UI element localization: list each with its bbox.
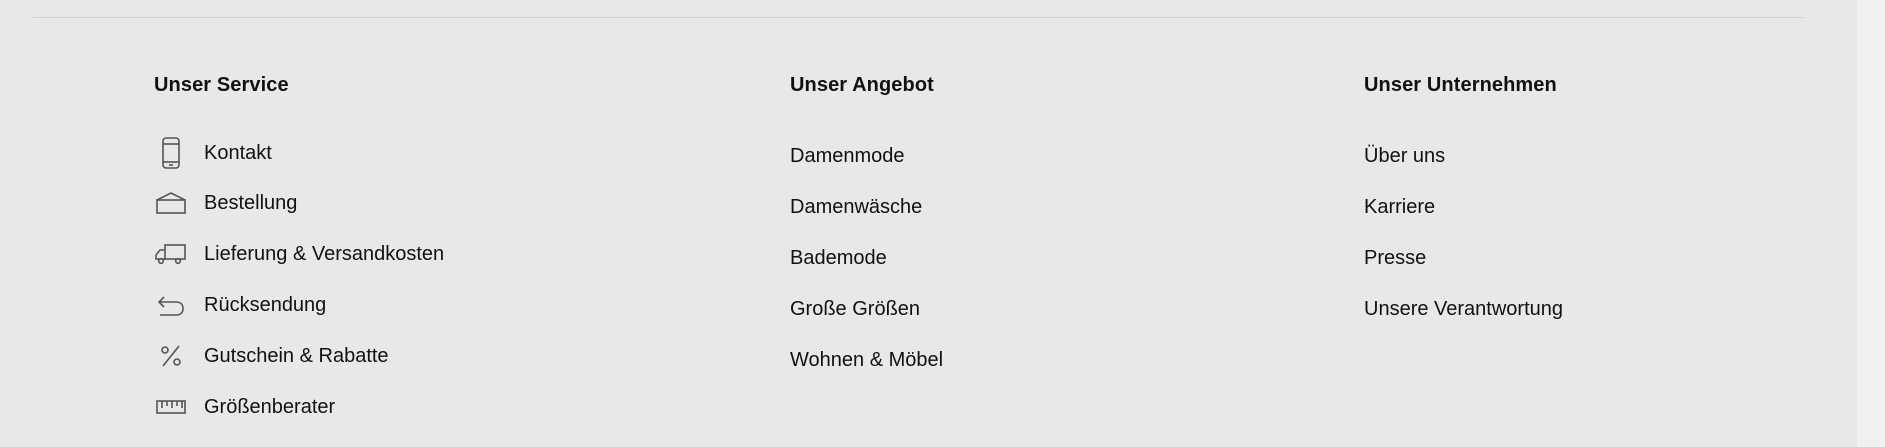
service-link-label: Größenberater (204, 396, 336, 418)
service-link-label: Rücksendung (204, 294, 327, 316)
offer-link-bademode[interactable]: Bademode (790, 247, 887, 269)
service-link-ruecksendung[interactable]: Rücksendung (154, 288, 326, 322)
vertical-scrollbar[interactable] (1857, 0, 1885, 447)
offer-link-grosse-groessen[interactable]: Große Größen (790, 298, 921, 320)
company-link-verantwortung[interactable]: Unsere Verantwortung (1364, 298, 1564, 320)
service-link-lieferung[interactable]: Lieferung & Versandkosten (154, 237, 444, 271)
offer-link-label: Wohnen & Möbel (790, 349, 944, 371)
return-arrow-icon (154, 288, 188, 322)
service-link-label: Lieferung & Versandkosten (204, 243, 445, 265)
service-link-label: Kontakt (204, 142, 272, 164)
percent-icon (154, 339, 188, 373)
box-icon (154, 186, 188, 220)
offer-link-damenmode[interactable]: Damenmode (790, 145, 905, 167)
phone-icon (154, 136, 188, 170)
service-link-gutschein[interactable]: Gutschein & Rabatte (154, 339, 389, 373)
service-link-bestellung[interactable]: Bestellung (154, 186, 297, 220)
company-column-title: Unser Unternehmen (1364, 74, 1557, 96)
offer-link-label: Damenwäsche (790, 196, 923, 218)
offer-link-label: Damenmode (790, 145, 905, 167)
company-link-label: Karriere (1364, 196, 1436, 218)
company-link-karriere[interactable]: Karriere (1364, 196, 1436, 218)
company-link-label: Unsere Verantwortung (1364, 298, 1564, 320)
offer-link-label: Bademode (790, 247, 887, 269)
service-link-label: Bestellung (204, 192, 298, 214)
offer-link-wohnen-moebel[interactable]: Wohnen & Möbel (790, 349, 944, 371)
footer-divider (33, 17, 1803, 18)
offer-column-title: Unser Angebot (790, 74, 934, 96)
offer-link-damenwaesche[interactable]: Damenwäsche (790, 196, 923, 218)
service-link-label: Gutschein & Rabatte (204, 345, 389, 367)
company-link-label: Presse (1364, 247, 1427, 269)
service-column-title: Unser Service (154, 74, 289, 96)
company-link-label: Über uns (1364, 145, 1446, 167)
offer-link-label: Große Größen (790, 298, 921, 320)
ruler-icon (154, 390, 188, 424)
company-link-ueber-uns[interactable]: Über uns (1364, 145, 1446, 167)
service-link-groessenberater[interactable]: Größenberater (154, 390, 335, 424)
company-link-presse[interactable]: Presse (1364, 247, 1427, 269)
footer: Unser Service Kontakt Bestellung Lieferu… (0, 0, 1885, 447)
truck-icon (154, 237, 188, 271)
service-link-kontakt[interactable]: Kontakt (154, 136, 272, 170)
scrollbar-track[interactable] (1864, 0, 1878, 447)
